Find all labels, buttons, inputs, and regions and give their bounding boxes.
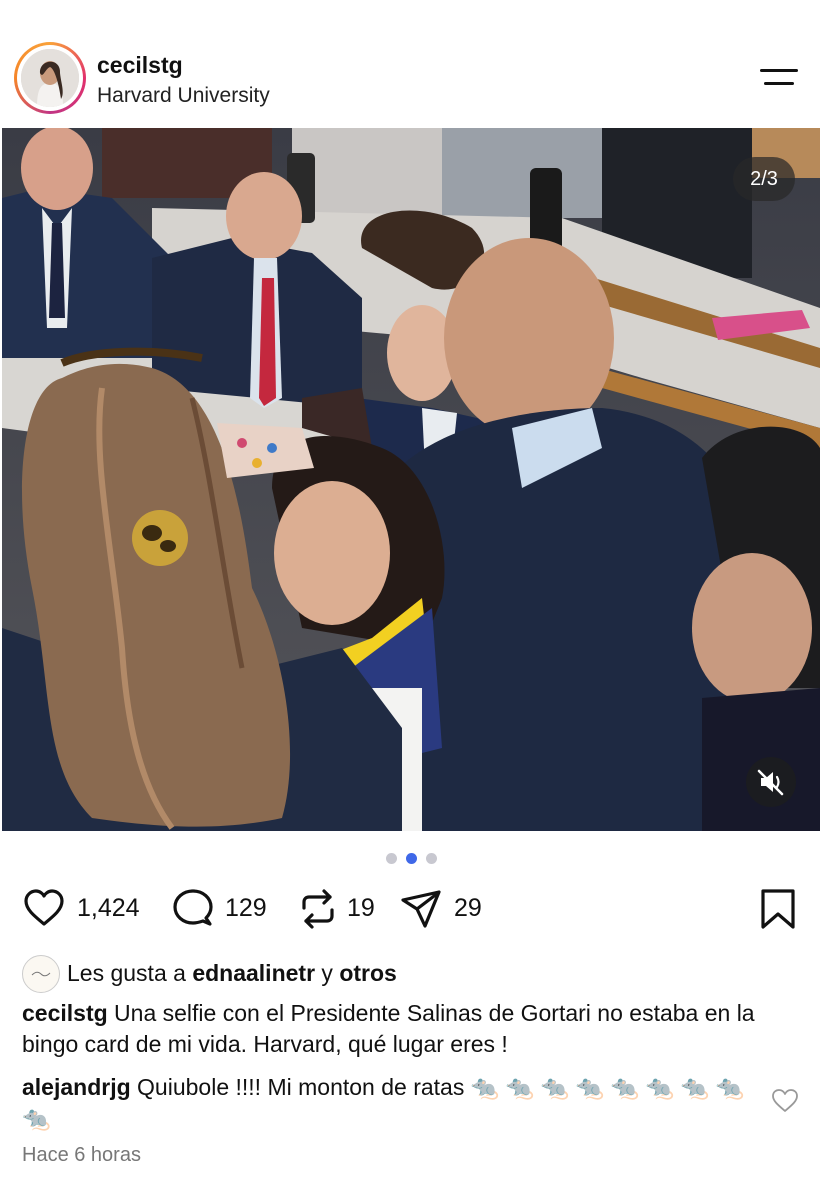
- bookmark-icon[interactable]: [758, 888, 800, 930]
- image-counter: 2/3: [733, 157, 795, 201]
- liked-by-prefix: Les gusta a: [67, 960, 193, 986]
- caption-username[interactable]: cecilstg: [22, 1000, 108, 1026]
- profile-avatar[interactable]: [14, 42, 86, 114]
- comments-count[interactable]: 129: [225, 894, 267, 923]
- repost-icon[interactable]: [297, 888, 339, 930]
- photo-illustration: [2, 128, 820, 831]
- post-caption: cecilstg Una selfie con el Presidente Sa…: [22, 998, 782, 1060]
- heart-icon[interactable]: [23, 888, 65, 930]
- liker-avatar[interactable]: [22, 955, 60, 993]
- carousel-dot[interactable]: [386, 853, 397, 864]
- caption-text: Una selfie con el Presidente Salinas de …: [22, 1000, 755, 1057]
- liked-by-others[interactable]: otros: [339, 960, 397, 986]
- carousel-dot-active[interactable]: [406, 853, 417, 864]
- speaker-muted-icon[interactable]: [746, 757, 796, 807]
- carousel-indicator: [386, 853, 438, 865]
- carousel-dot[interactable]: [426, 853, 437, 864]
- menu-icon[interactable]: [760, 66, 802, 92]
- liked-by-user[interactable]: ednaalinetr: [192, 960, 315, 986]
- post-username[interactable]: cecilstg: [97, 52, 183, 79]
- send-icon[interactable]: [400, 888, 442, 930]
- post-header: cecilstg Harvard University: [0, 0, 822, 128]
- comment-bubble-icon[interactable]: [172, 888, 214, 930]
- avatar-image: [21, 49, 79, 107]
- action-bar: 1,424 129 19 29: [0, 880, 822, 940]
- comment-like-heart-icon[interactable]: [771, 1088, 799, 1114]
- shares-count[interactable]: 29: [454, 894, 482, 923]
- comment-item: alejandrjg Quiubole !!!! Mi monton de ra…: [22, 1072, 752, 1134]
- liked-by-text[interactable]: Les gusta a ednaalinetr y otros: [67, 960, 397, 987]
- post-timestamp: Hace 6 horas: [22, 1144, 141, 1166]
- comment-username[interactable]: alejandrjg: [22, 1074, 131, 1100]
- reposts-count[interactable]: 19: [347, 894, 375, 923]
- liked-by-connector: y: [315, 960, 340, 986]
- comment-text: Quiubole !!!! Mi monton de ratas 🐀 🐀 🐀 🐀…: [22, 1074, 745, 1131]
- post-photo[interactable]: [2, 128, 820, 831]
- likes-count[interactable]: 1,424: [77, 894, 140, 923]
- post-location[interactable]: Harvard University: [97, 84, 270, 108]
